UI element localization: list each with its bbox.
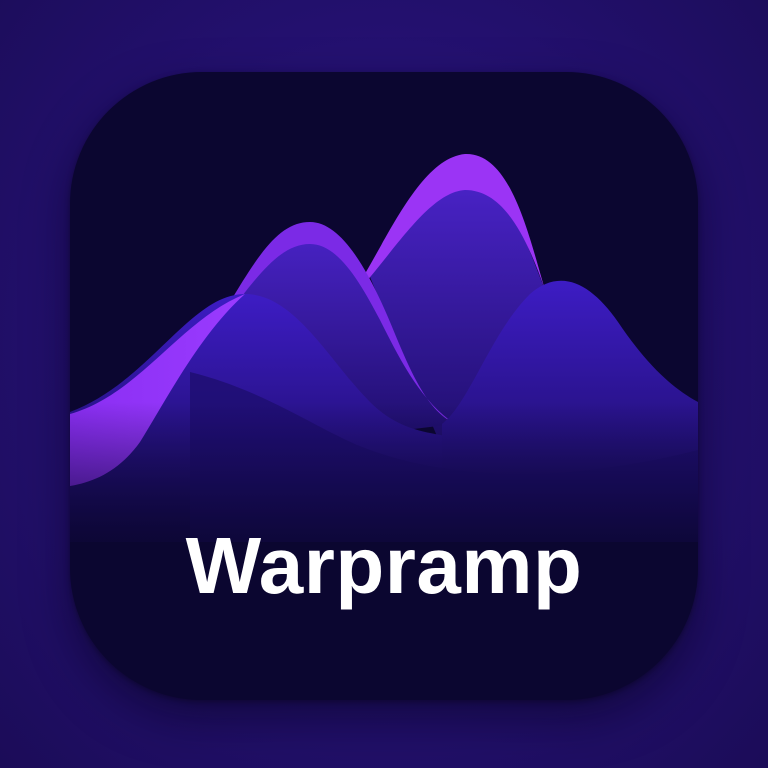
app-icon-tile[interactable]: Warpramp xyxy=(70,72,698,700)
app-name: Warpramp xyxy=(185,521,583,610)
